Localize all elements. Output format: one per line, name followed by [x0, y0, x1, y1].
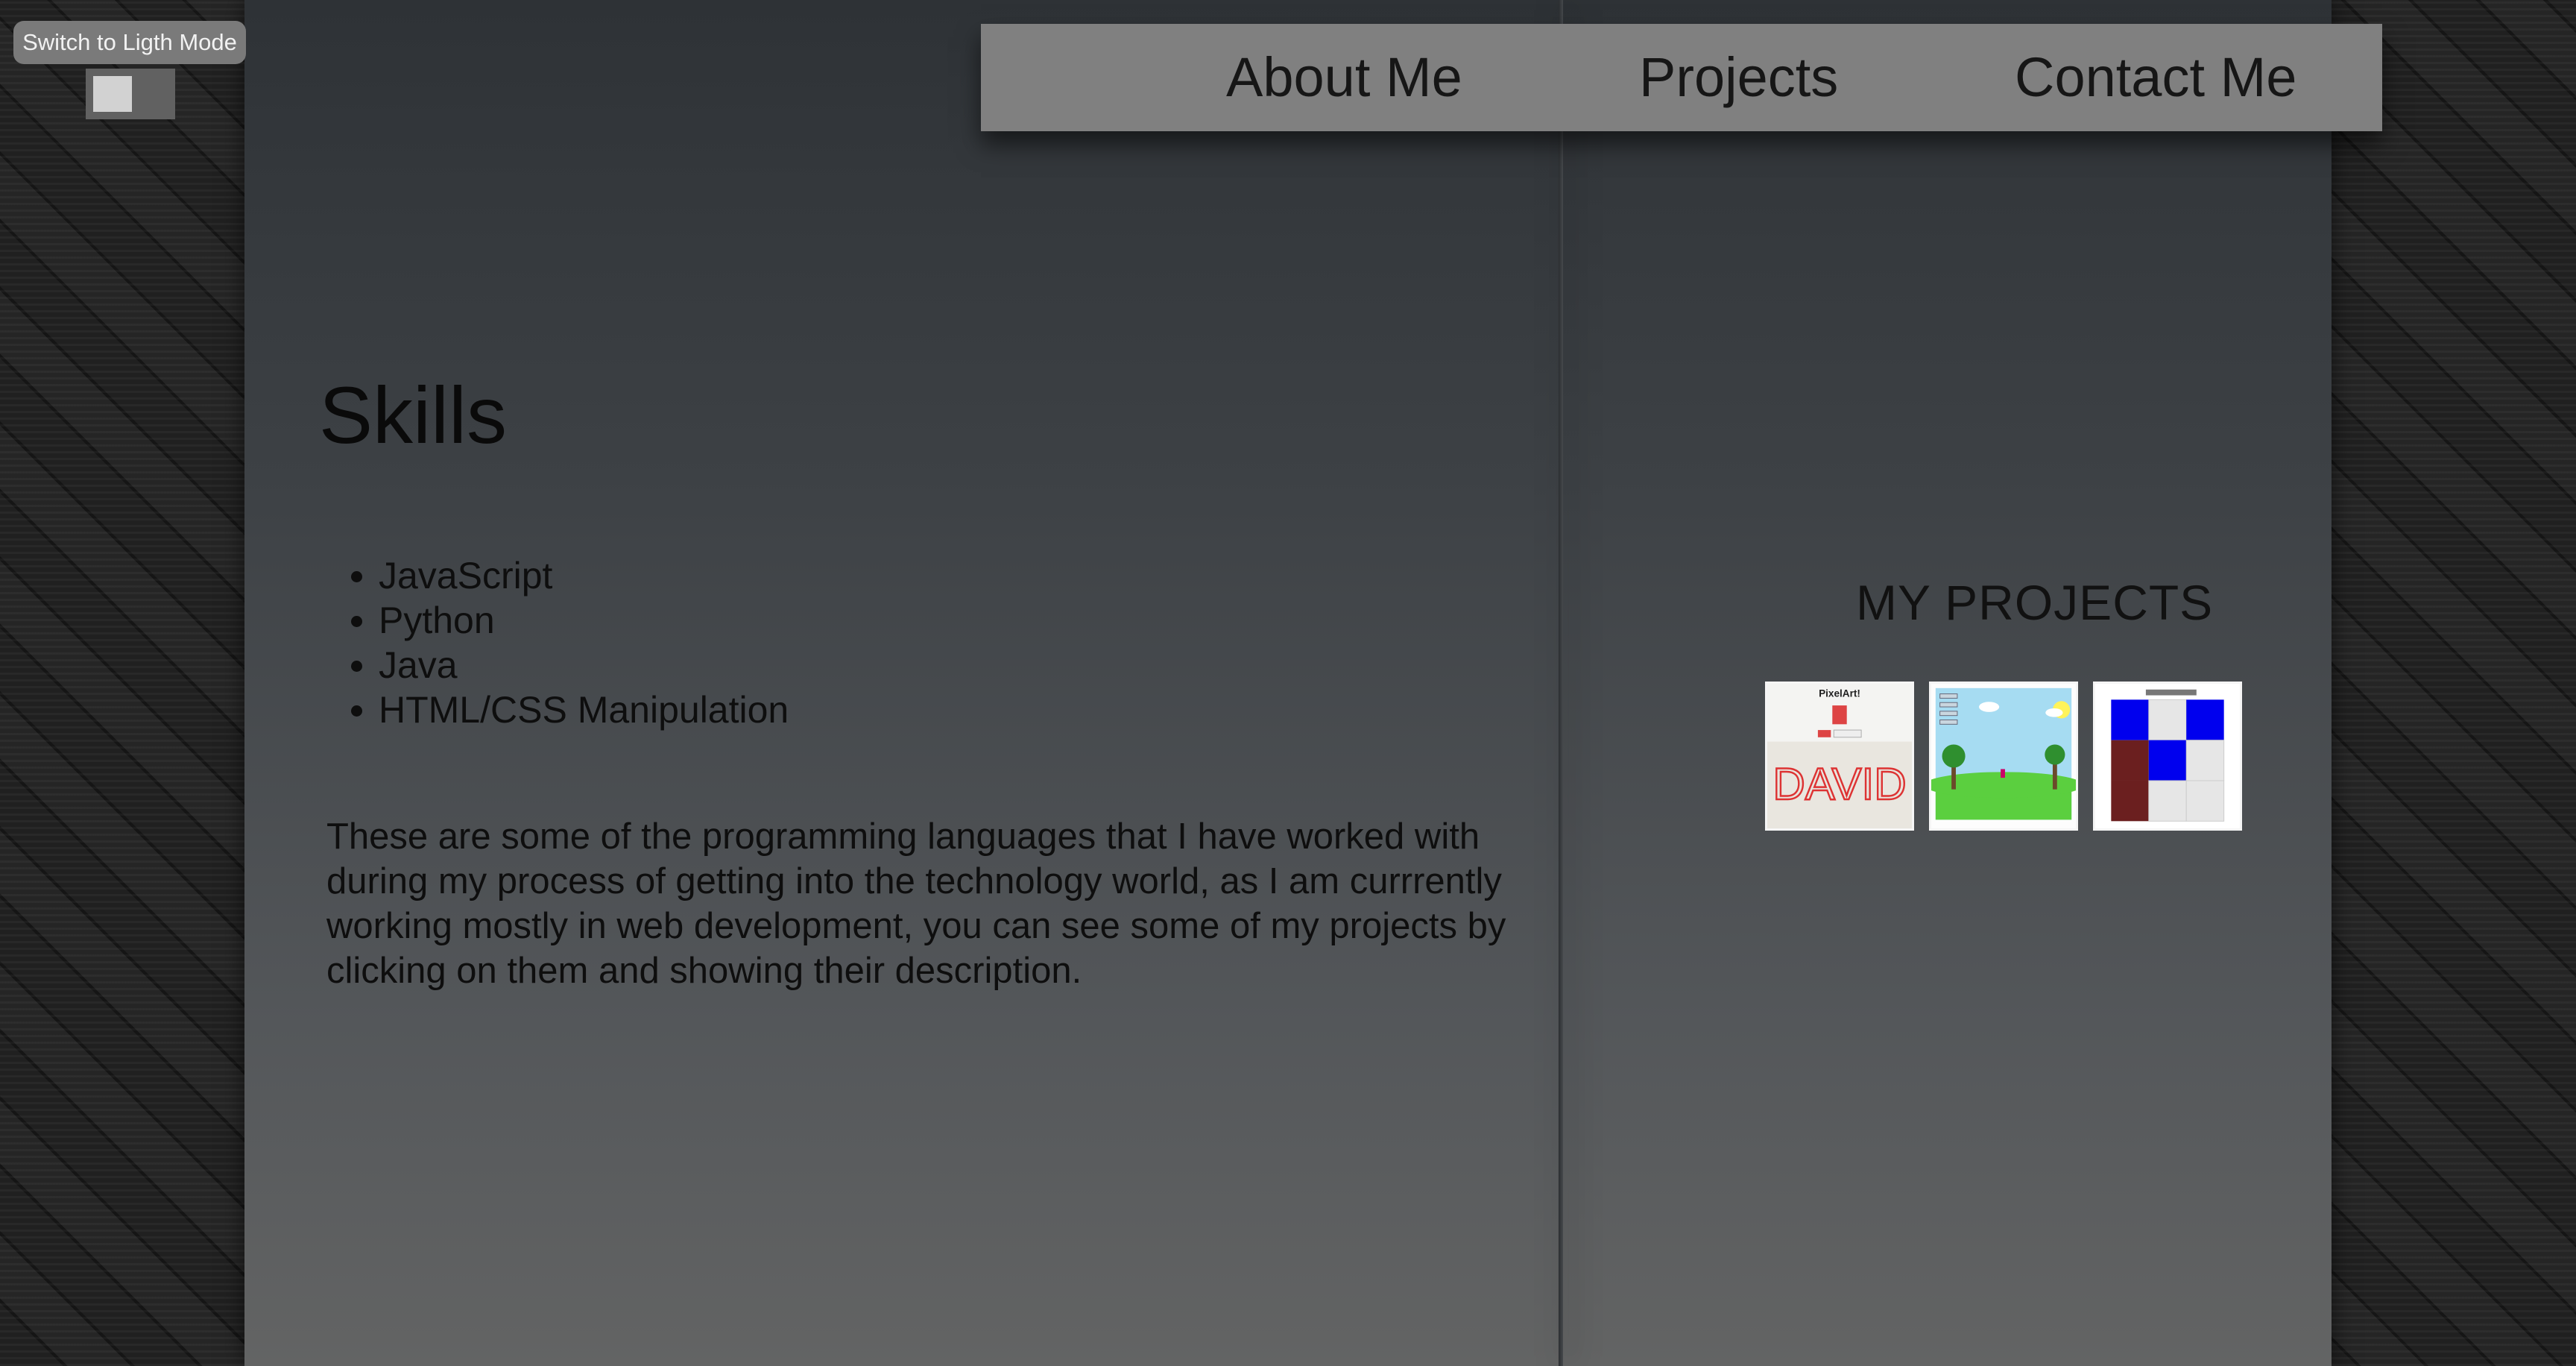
- pixel-art-drawing: DAVID: [1772, 759, 1906, 809]
- pixel-art-caption: PixelArt!: [1819, 687, 1860, 699]
- pixel-art-thumbnail-icon: PixelArt! DAVID: [1767, 684, 1912, 828]
- skills-title: Skills: [319, 370, 508, 460]
- color-grid-thumbnail-icon: [2095, 684, 2240, 828]
- nav-about-me[interactable]: About Me: [1226, 24, 1462, 131]
- mode-toggle: Switch to Ligth Mode: [13, 21, 246, 119]
- column-divider: [1559, 0, 1563, 1366]
- project-thumbnail-landscape[interactable]: [1929, 682, 2078, 831]
- skill-item: Python: [379, 598, 789, 643]
- landscape-game-thumbnail-icon: [1931, 684, 2076, 828]
- mode-toggle-switch[interactable]: [86, 69, 175, 119]
- mode-toggle-label: Switch to Ligth Mode: [13, 21, 246, 64]
- project-thumbnail-color-grid[interactable]: [2093, 682, 2242, 831]
- skill-item: JavaScript: [379, 553, 789, 598]
- nav-projects[interactable]: Projects: [1639, 24, 1838, 131]
- skills-list: JavaScript Python Java HTML/CSS Manipula…: [379, 553, 789, 732]
- skill-item: Java: [379, 643, 789, 687]
- project-thumbnail-pixel-art[interactable]: PixelArt! DAVID: [1765, 682, 1914, 831]
- projects-title: MY PROJECTS: [1856, 575, 2214, 630]
- nav-contact-me[interactable]: Contact Me: [2015, 24, 2296, 131]
- skill-item: HTML/CSS Manipulation: [379, 687, 789, 732]
- navbar: About Me Projects Contact Me: [981, 24, 2382, 131]
- skills-description: These are some of the programming langua…: [326, 816, 1506, 991]
- mode-toggle-knob[interactable]: [93, 76, 132, 112]
